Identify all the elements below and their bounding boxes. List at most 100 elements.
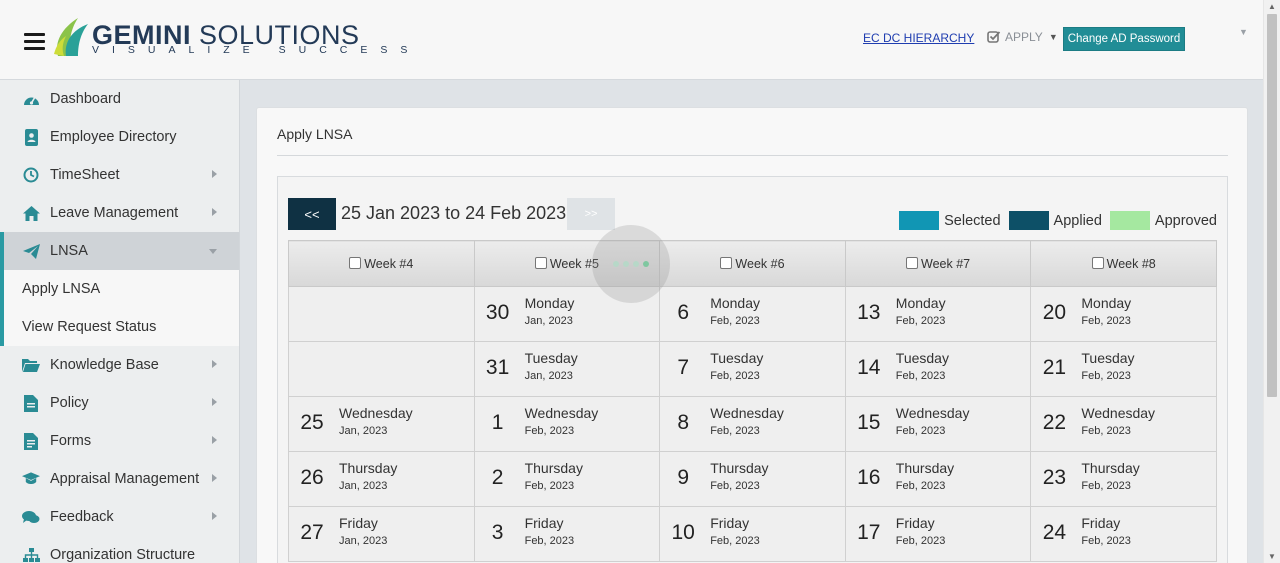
day-content: 8 Wednesday Feb, 2023 [660,397,845,451]
weekday-label: Wednesday [1081,405,1156,421]
day-cell[interactable]: 10 Friday Feb, 2023 [659,506,846,562]
day-cell[interactable]: 8 Wednesday Feb, 2023 [659,396,846,452]
sidebar-item-label: Dashboard [50,91,121,107]
day-cell[interactable]: 24 Friday Feb, 2023 [1030,506,1217,562]
week-header[interactable]: Week #8 [1030,240,1217,287]
scroll-down-arrow-icon[interactable]: ▼ [1268,552,1276,561]
week-checkbox[interactable] [720,256,733,269]
sidebar-item-forms[interactable]: Forms [0,422,239,460]
day-cell[interactable]: 6 Monday Feb, 2023 [659,286,846,342]
sidebar-item-lnsa[interactable]: LNSA [0,232,239,270]
sidebar-item-label: TimeSheet [50,167,120,183]
sidebar-item-employee-directory[interactable]: Employee Directory [0,118,239,156]
day-content: 14 Tuesday Feb, 2023 [846,342,1031,396]
day-cell[interactable]: 16 Thursday Feb, 2023 [844,451,1032,507]
week-label: Week #6 [735,256,785,271]
weekday-label: Wednesday [339,405,413,421]
sidebar-item-leave-management[interactable]: Leave Management [0,194,239,232]
weekday-label: Monday [895,295,946,311]
sidebar-item-knowledge-base[interactable]: Knowledge Base [0,346,239,384]
sidebar-item-label: Employee Directory [50,129,177,145]
day-number: 22 [1042,411,1067,434]
sidebar-item-dashboard[interactable]: Dashboard [0,80,239,118]
sidebar-item-label: Appraisal Management [50,471,200,487]
sidebar-item-feedback[interactable]: Feedback [0,498,239,536]
week-checkbox[interactable] [1091,256,1104,269]
day-cell[interactable]: 20 Monday Feb, 2023 [1030,286,1217,342]
next-range-button[interactable]: >> [567,198,615,230]
day-cell[interactable]: 1 Wednesday Feb, 2023 [473,396,661,452]
weekday-label: Friday [524,515,564,531]
change-ad-password-button[interactable]: Change AD Password [1063,27,1185,51]
brand-logo[interactable]: GEMINI SOLUTIONS VISUALIZE SUCCESS [52,14,407,60]
user-menu-caret-icon[interactable]: ▼ [1239,27,1248,37]
previous-range-button[interactable]: << [288,198,336,230]
day-cell[interactable]: 7 Tuesday Feb, 2023 [659,341,846,397]
week-label: Week #7 [921,256,971,271]
hamburger-menu-icon[interactable] [24,33,45,51]
day-cell[interactable]: 13 Monday Feb, 2023 [844,286,1032,342]
week-checkbox[interactable] [534,256,547,269]
apply-dropdown-label: APPLY [1005,30,1043,44]
weekday-label: Monday [1081,295,1132,311]
month-label: Feb, 2023 [895,425,946,437]
day-cell[interactable]: 26 Thursday Jan, 2023 [288,451,475,507]
weekday-label: Thursday [524,460,583,476]
weekday-label: Wednesday [710,405,784,421]
sidebar-item-appraisal-management[interactable]: Appraisal Management [0,460,239,498]
clock-icon [22,166,40,184]
chevron-right-icon [212,398,217,406]
top-header: GEMINI SOLUTIONS VISUALIZE SUCCESS EC DC… [0,0,1263,80]
day-cell[interactable]: 15 Wednesday Feb, 2023 [844,396,1032,452]
calendar-row: 31 Tuesday Jan, 2023 7 Tuesday Feb, 2023 14 Tue… [288,341,1217,397]
day-cell[interactable]: 17 Friday Feb, 2023 [844,506,1032,562]
day-cell[interactable]: 22 Wednesday Feb, 2023 [1030,396,1217,452]
form-icon [22,432,40,450]
day-content: 9 Thursday Feb, 2023 [660,452,845,506]
day-content: 2 Thursday Feb, 2023 [475,452,660,506]
legend-label-applied: Applied [1053,212,1102,229]
day-cell[interactable]: 23 Thursday Feb, 2023 [1030,451,1217,507]
day-cell[interactable]: 9 Thursday Feb, 2023 [659,451,846,507]
month-label: Jan, 2023 [339,535,388,547]
month-label: Feb, 2023 [524,425,575,437]
day-content: 16 Thursday Feb, 2023 [846,452,1031,506]
week-header[interactable]: Week #7 [844,240,1032,287]
day-cell[interactable]: 27 Friday Jan, 2023 [288,506,475,562]
sidebar-subitem-view-request-status[interactable]: View Request Status [0,308,239,346]
day-content: 1 Wednesday Feb, 2023 [475,397,660,451]
scrollbar-thumb[interactable] [1267,14,1277,397]
day-cell[interactable]: 31 Tuesday Jan, 2023 [473,341,661,397]
sidebar-item-organization-structure[interactable]: Organization Structure [0,536,239,563]
week-checkbox[interactable] [906,256,919,269]
day-cell[interactable]: 25 Wednesday Jan, 2023 [288,396,475,452]
loading-spinner [592,225,670,303]
day-number: 3 [491,521,504,544]
day-cell[interactable]: 14 Tuesday Feb, 2023 [844,341,1032,397]
weekday-label: Thursday [1081,460,1140,476]
day-number: 26 [300,466,324,489]
sidebar-item-policy[interactable]: Policy [0,384,239,422]
scroll-up-arrow-icon[interactable]: ▲ [1268,2,1276,11]
month-label: Jan, 2023 [524,315,573,327]
day-cell[interactable]: 2 Thursday Feb, 2023 [473,451,661,507]
org-chart-icon [22,546,40,563]
day-cell[interactable]: 3 Friday Feb, 2023 [473,506,661,562]
vertical-scrollbar[interactable]: ▲ ▼ [1263,0,1280,563]
weekday-label: Friday [1081,515,1121,531]
sidebar-item-timesheet[interactable]: TimeSheet [0,156,239,194]
month-label: Feb, 2023 [895,370,946,382]
apply-dropdown[interactable]: APPLY ▼ [987,30,1058,44]
ec-dc-hierarchy-link[interactable]: EC DC HIERARCHY [863,31,974,45]
weekday-label: Tuesday [895,350,949,366]
week-header[interactable]: Week #6 [659,240,846,287]
chevron-right-icon [212,360,217,368]
day-cell[interactable]: 21 Tuesday Feb, 2023 [1030,341,1217,397]
chevron-right-icon [212,474,217,482]
month-label: Feb, 2023 [710,425,760,437]
day-content: 27 Friday Jan, 2023 [289,507,474,561]
sidebar-subitem-apply-lnsa[interactable]: Apply LNSA [0,270,239,308]
week-header[interactable]: Week #4 [288,240,475,287]
sidebar-item-label: Policy [50,395,89,411]
week-checkbox[interactable] [349,256,362,269]
